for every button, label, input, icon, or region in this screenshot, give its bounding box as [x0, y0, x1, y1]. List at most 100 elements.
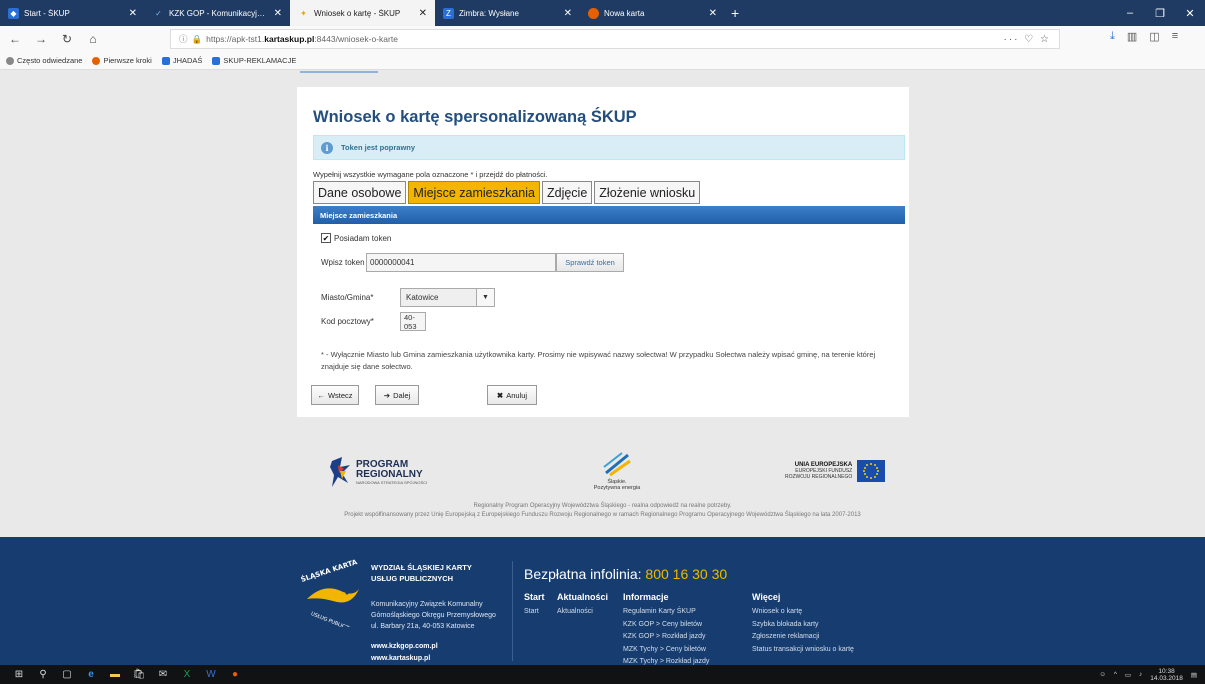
step-dane-osobowe[interactable]: Dane osobowe [313, 181, 407, 204]
edge-icon[interactable]: e [84, 668, 98, 682]
close-icon[interactable]: ✕ [274, 8, 282, 19]
browser-tab[interactable]: Z Zimbra: Wysłane ✕ [435, 0, 580, 26]
browser-tab[interactable]: ✓ KZK GOP - Komunikacyjny Zw ✕ [145, 0, 290, 26]
cofinancing-caption: Regionalny Program Operacyjny Województw… [0, 502, 1205, 520]
footer-divider [512, 561, 513, 661]
close-icon[interactable]: ✕ [564, 8, 572, 19]
www-link-kartaskup[interactable]: www.kartaskup.pl [371, 653, 496, 665]
footer-link[interactable]: Regulamin Karty ŚKUP [623, 606, 709, 619]
org-info: WYDZIAŁ ŚLĄSKIEJ KARTY USŁUG PUBLICZNYCH… [371, 562, 496, 665]
zimbra-icon [161, 56, 170, 65]
bookmarks-bar: Często odwiedzane Pierwsze kroki JHADAŚ … [0, 52, 1205, 70]
footer-link[interactable]: KZK GOP > Rozkład jazdy [623, 631, 709, 644]
task-view-icon[interactable]: ▢ [60, 668, 74, 682]
footer-col-links: Aktualności [557, 606, 593, 619]
tab-title: Nowa karta [604, 8, 645, 18]
browser-tab-bar: ◆ Start - ŚKUP ✕ ✓ KZK GOP - Komunikacyj… [0, 0, 1205, 26]
step-zlozenie-wniosku[interactable]: Złożenie wniosku [594, 181, 701, 204]
search-icon[interactable]: ⚲ [36, 668, 50, 682]
ue-line3: ROZWOJU REGIONALNEGO [785, 474, 853, 480]
file-explorer-icon[interactable]: ▬ [108, 668, 122, 682]
skup-icon: ✦ [300, 8, 307, 18]
maximize-icon[interactable]: ❐ [1145, 7, 1175, 20]
tab-title: Wniosek o kartę - ŚKUP [314, 8, 401, 18]
slaskie-logo: Śląskie. Pozytywna energia [592, 451, 642, 491]
footer-link[interactable]: MZK Tychy > Ceny biletów [623, 644, 709, 657]
check-token-button[interactable]: Sprawdź token [556, 253, 624, 272]
token-input[interactable]: 0000000041 [366, 253, 556, 272]
mail-icon[interactable]: ✉ [156, 668, 170, 682]
library-icon[interactable]: ▥ [1127, 30, 1137, 43]
notifications-icon[interactable]: ▤ [1191, 671, 1197, 679]
program-line2: REGIONALNY [356, 469, 423, 480]
footer-link[interactable]: Wniosek o kartę [752, 606, 854, 619]
minimize-icon[interactable]: – [1115, 7, 1145, 19]
infoline-label: Bezpłatna infolinia: [524, 566, 642, 582]
forward-arrow-icon[interactable]: → [32, 32, 50, 46]
browser-tab[interactable]: ◆ Start - ŚKUP ✕ [0, 0, 145, 26]
zimbra-icon [212, 56, 221, 65]
network-icon[interactable]: ▭ [1125, 671, 1131, 679]
addr-line1: Komunikacyjny Związek Komunalny [371, 601, 483, 608]
page-content: Wniosek o kartę spersonalizowaną ŚKUP i … [0, 71, 1205, 665]
form-steps: Dane osobowe Miejsce zamieszkania Zdjęci… [313, 181, 701, 204]
menu-icon[interactable]: ≡ [1172, 30, 1178, 43]
download-icon[interactable]: ⤓ [1110, 30, 1115, 43]
has-token-checkbox[interactable]: ✔ [321, 233, 331, 243]
cancel-button[interactable]: ✖ Anuluj [487, 385, 537, 405]
caption-line1: Regionalny Program Operacyjny Województw… [473, 503, 732, 509]
store-icon[interactable]: 🛍 [132, 668, 146, 682]
logo-text-bottom: USŁUG PUBLICZNYCH [310, 611, 362, 627]
token-label: Wpisz token [321, 258, 365, 267]
info-icon: i [321, 141, 333, 154]
postal-input[interactable]: 40-053 [400, 312, 426, 331]
close-icon[interactable]: ✕ [709, 8, 717, 19]
eu-logo: UNIA EUROPEJSKA EUROPEJSKI FUNDUSZ ROZWOJU… [785, 460, 886, 482]
sidebar-icon[interactable]: ◫ [1149, 30, 1159, 43]
bookmark-item[interactable]: Często odwiedzane [6, 56, 82, 65]
browser-tab-active[interactable]: ✦ Wniosek o kartę - ŚKUP ✕ [290, 0, 435, 26]
toolbar-icons: ⤓ ▥ ◫ ≡ [1110, 30, 1178, 43]
excel-icon[interactable]: X [180, 668, 194, 682]
step-zdjecie[interactable]: Zdjęcie [541, 181, 593, 204]
www-link-kzkgop[interactable]: www.kzkgop.com.pl [371, 641, 496, 653]
footer-link[interactable]: Status transakcji wniosku o kartę [752, 644, 854, 657]
footer-link[interactable]: KZK GOP > Ceny biletów [623, 619, 709, 632]
footer-link[interactable]: Start [524, 606, 539, 619]
reload-icon[interactable]: ↻ [58, 32, 76, 46]
infoline-number[interactable]: 800 16 30 30 [645, 566, 727, 582]
city-select[interactable]: Katowice ▼ [400, 288, 495, 307]
infoline: Bezpłatna infolinia: 800 16 30 30 [524, 566, 727, 582]
next-button[interactable]: ➔ Dalej [375, 385, 419, 405]
info-icon[interactable]: ⓘ [179, 33, 188, 45]
bookmark-item[interactable]: JHADAŚ [161, 56, 202, 65]
new-tab-button[interactable]: + [725, 0, 745, 26]
back-arrow-icon[interactable]: ← [6, 32, 24, 46]
step-miejsce-zamieszkania[interactable]: Miejsce zamieszkania [408, 181, 540, 204]
bookmark-item[interactable]: Pierwsze kroki [92, 56, 152, 65]
close-icon[interactable]: ✕ [129, 8, 137, 19]
volume-icon[interactable]: ♪ [1139, 671, 1142, 678]
bookmark-label: SKUP-REKLAMACJE [223, 56, 297, 65]
close-icon[interactable]: ✕ [419, 8, 427, 19]
clock[interactable]: 10:38 14.03.2018 [1150, 668, 1183, 682]
home-icon[interactable]: ⌂ [84, 32, 102, 46]
windows-start-icon[interactable]: ⊞ [12, 668, 26, 682]
footer-link[interactable]: Szybka blokada karty [752, 619, 854, 632]
back-button[interactable]: ← Wstecz [311, 385, 359, 405]
footer-link[interactable]: Zgłoszenie reklamacji [752, 631, 854, 644]
success-alert: i Token jest poprawny [313, 135, 905, 160]
browser-tab[interactable]: Nowa karta ✕ [580, 0, 725, 26]
close-window-icon[interactable]: ✕ [1175, 7, 1205, 20]
has-token-row: ✔ Posiadam token [321, 233, 391, 243]
tray-expand-icon[interactable]: ^ [1114, 671, 1117, 678]
page-actions[interactable]: ··· ♡ ☆ [1004, 34, 1051, 45]
bookmark-item[interactable]: SKUP-REKLAMACJE [212, 56, 296, 65]
word-icon[interactable]: W [204, 668, 218, 682]
people-icon[interactable]: ☺ [1099, 671, 1106, 678]
footer-link[interactable]: Aktualności [557, 606, 593, 619]
chevron-down-icon[interactable]: ▼ [476, 289, 494, 306]
firefox-icon[interactable]: ● [228, 668, 242, 682]
city-label: Miasto/Gmina* [321, 293, 374, 302]
url-bar[interactable]: ⓘ 🔒 https://apk-tst1.kartaskup.pl:8443/w… [170, 29, 1060, 49]
